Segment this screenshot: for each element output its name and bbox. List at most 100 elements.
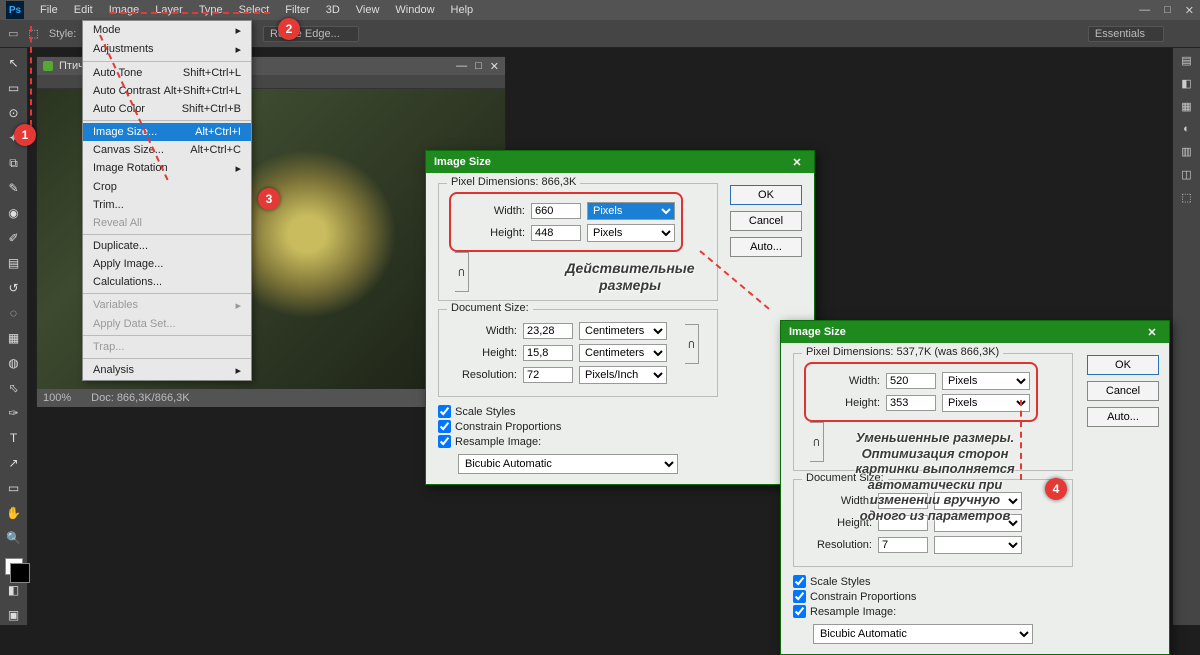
menu-3d[interactable]: 3D	[318, 4, 348, 16]
doc-width-input[interactable]	[523, 323, 573, 339]
scale-styles-checkbox[interactable]	[438, 405, 451, 418]
resample-checkbox[interactable]	[438, 435, 451, 448]
doc-width-unit-dropdown[interactable]: Centimeters	[579, 322, 667, 340]
minimize-icon[interactable]: —	[1139, 4, 1150, 17]
swatches-panel-icon[interactable]: ▦	[1181, 100, 1191, 113]
menu-view[interactable]: View	[348, 4, 388, 16]
zoom-level[interactable]: 100%	[43, 392, 71, 404]
resolution-input[interactable]	[523, 367, 573, 383]
color-panel-icon[interactable]: ◧	[1181, 77, 1191, 90]
eyedropper-tool-icon[interactable]: ✎	[4, 179, 24, 198]
crop-tool-icon[interactable]: ⧉	[4, 154, 24, 173]
zoom-tool-icon[interactable]: 🔍	[4, 529, 24, 548]
lasso-tool-icon[interactable]: ⊙	[4, 104, 24, 123]
type-tool-icon[interactable]: T	[4, 429, 24, 448]
shape-tool-icon[interactable]: ▭	[4, 479, 24, 498]
dialog-close-icon[interactable]: ✕	[788, 156, 806, 169]
menu-item[interactable]: Image Rotation	[83, 159, 251, 178]
menu-image[interactable]: Image	[101, 4, 148, 16]
resolution-unit-dropdown[interactable]	[934, 536, 1022, 554]
marquee-tool-icon[interactable]: ▭	[8, 27, 18, 40]
doc-close-icon[interactable]: ✕	[490, 60, 499, 73]
menu-item[interactable]: Canvas Size...Alt+Ctrl+C	[83, 141, 251, 159]
menu-item[interactable]: Auto ColorShift+Ctrl+B	[83, 100, 251, 118]
menu-item[interactable]: Apply Image...	[83, 255, 251, 273]
scale-styles-label: Scale Styles	[810, 576, 871, 588]
width-input[interactable]	[531, 203, 581, 219]
path-tool-icon[interactable]: ↗	[4, 454, 24, 473]
constrain-checkbox[interactable]	[438, 420, 451, 433]
width-input[interactable]	[886, 373, 936, 389]
auto-button[interactable]: Auto...	[730, 237, 802, 257]
height-unit-dropdown[interactable]: Pixels	[942, 394, 1030, 412]
dodge-tool-icon[interactable]: ⬁	[4, 379, 24, 398]
cancel-button[interactable]: Cancel	[730, 211, 802, 231]
dialog-titlebar[interactable]: Image Size ✕	[781, 321, 1169, 343]
menu-edit[interactable]: Edit	[66, 4, 101, 16]
doc-height-input[interactable]	[523, 345, 573, 361]
height-input[interactable]	[531, 225, 581, 241]
resample-method-dropdown[interactable]: Bicubic Automatic	[458, 454, 678, 474]
menu-type[interactable]: Type	[191, 4, 231, 16]
pen-tool-icon[interactable]: ✑	[4, 404, 24, 423]
doc-height-unit-dropdown[interactable]: Centimeters	[579, 344, 667, 362]
menu-file[interactable]: File	[32, 4, 66, 16]
hand-tool-icon[interactable]: ✋	[4, 504, 24, 523]
gradient-tool-icon[interactable]: ▦	[4, 329, 24, 348]
menu-item[interactable]: Auto ToneShift+Ctrl+L	[83, 64, 251, 82]
constrain-checkbox[interactable]	[793, 590, 806, 603]
history-brush-icon[interactable]: ↺	[4, 279, 24, 298]
link-icon[interactable]	[685, 324, 699, 364]
dialog-titlebar[interactable]: Image Size ✕	[426, 151, 814, 173]
menu-filter[interactable]: Filter	[277, 4, 317, 16]
menu-select[interactable]: Select	[231, 4, 278, 16]
menu-item[interactable]: Image Size...Alt+Ctrl+I	[83, 123, 251, 141]
resample-method-dropdown[interactable]: Bicubic Automatic	[813, 624, 1033, 644]
cancel-button[interactable]: Cancel	[1087, 381, 1159, 401]
doc-maximize-icon[interactable]: □	[475, 60, 482, 73]
color-swatch[interactable]	[5, 558, 23, 575]
layers-panel-icon[interactable]: ▥	[1181, 145, 1191, 158]
workspace-dropdown[interactable]: Essentials	[1088, 26, 1164, 42]
channels-panel-icon[interactable]: ◫	[1181, 168, 1191, 181]
auto-button[interactable]: Auto...	[1087, 407, 1159, 427]
ok-button[interactable]: OK	[730, 185, 802, 205]
heal-tool-icon[interactable]: ◉	[4, 204, 24, 223]
brush-tool-icon[interactable]: ✐	[4, 229, 24, 248]
link-icon[interactable]	[810, 422, 824, 462]
menu-help[interactable]: Help	[443, 4, 482, 16]
menu-item[interactable]: Auto ContrastAlt+Shift+Ctrl+L	[83, 82, 251, 100]
height-unit-dropdown[interactable]: Pixels	[587, 224, 675, 242]
height-input[interactable]	[886, 395, 936, 411]
resolution-input[interactable]	[878, 537, 928, 553]
link-icon[interactable]	[455, 252, 469, 292]
maximize-icon[interactable]: □	[1164, 4, 1171, 17]
menu-item[interactable]: Crop	[83, 178, 251, 196]
doc-minimize-icon[interactable]: —	[456, 60, 467, 73]
close-icon[interactable]: ✕	[1185, 4, 1194, 17]
move-tool-icon[interactable]: ↖	[4, 54, 24, 73]
menu-layer[interactable]: Layer	[147, 4, 191, 16]
menu-item[interactable]: Mode	[83, 21, 251, 40]
eraser-tool-icon[interactable]: ◌	[4, 304, 24, 323]
resolution-unit-dropdown[interactable]: Pixels/Inch	[579, 366, 667, 384]
marquee-tool-icon[interactable]: ▭	[4, 79, 24, 98]
resample-checkbox[interactable]	[793, 605, 806, 618]
scale-styles-checkbox[interactable]	[793, 575, 806, 588]
ok-button[interactable]: OK	[1087, 355, 1159, 375]
menu-item[interactable]: Analysis	[83, 361, 251, 380]
menu-item[interactable]: Duplicate...	[83, 237, 251, 255]
blur-tool-icon[interactable]: ◍	[4, 354, 24, 373]
width-unit-dropdown[interactable]: Pixels	[587, 202, 675, 220]
history-panel-icon[interactable]: ▤	[1181, 54, 1191, 67]
screenmode-icon[interactable]: ▣	[4, 606, 24, 625]
stamp-tool-icon[interactable]: ▤	[4, 254, 24, 273]
menu-window[interactable]: Window	[387, 4, 442, 16]
width-unit-dropdown[interactable]: Pixels	[942, 372, 1030, 390]
dialog-close-icon[interactable]: ✕	[1143, 326, 1161, 339]
menu-item[interactable]: Trim...	[83, 196, 251, 214]
adjustments-panel-icon[interactable]: ◐	[1183, 123, 1190, 135]
quickmask-icon[interactable]: ◧	[4, 581, 24, 600]
menu-item[interactable]: Calculations...	[83, 273, 251, 291]
paths-panel-icon[interactable]: ⬚	[1181, 191, 1191, 204]
